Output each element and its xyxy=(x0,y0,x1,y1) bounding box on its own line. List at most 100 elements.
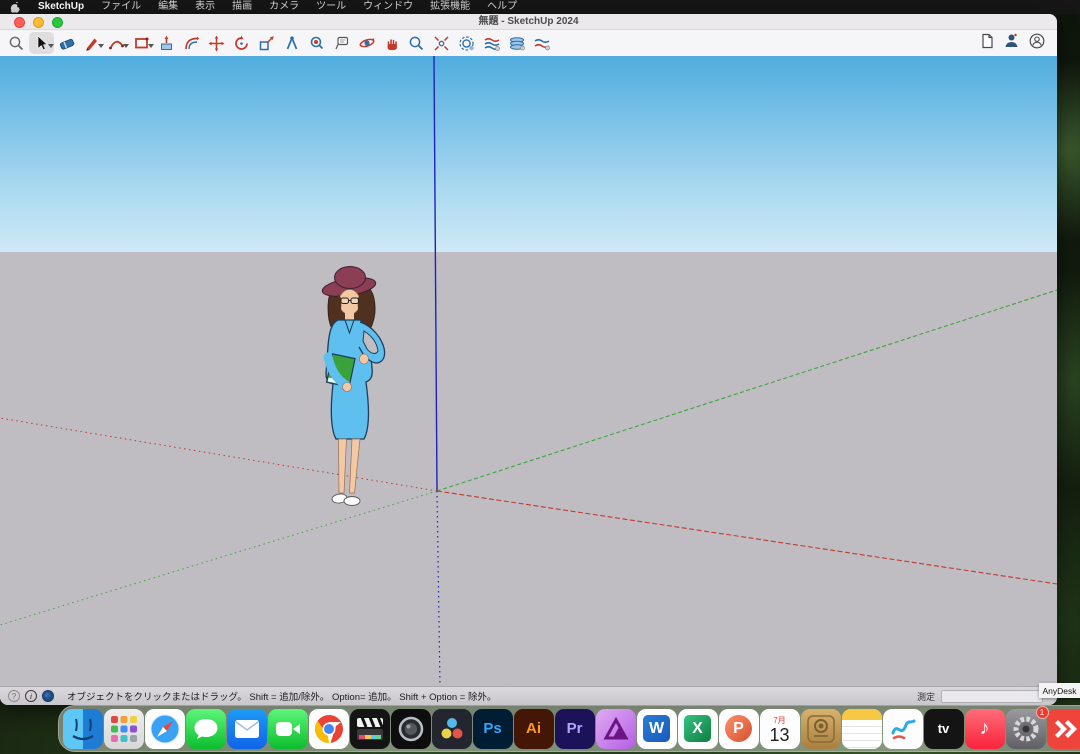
menu-app[interactable]: SketchUp xyxy=(38,0,84,14)
dock-safari[interactable] xyxy=(145,709,185,749)
snaps-tool-button[interactable] xyxy=(454,32,479,54)
person-icon[interactable] xyxy=(1004,33,1019,53)
dock-powerpoint[interactable]: P xyxy=(719,709,759,749)
menu-view[interactable]: 表示 xyxy=(195,0,215,14)
finder-face-icon xyxy=(63,709,103,749)
globe-icon[interactable] xyxy=(42,690,54,702)
notification-badge: 1 xyxy=(1036,706,1049,719)
shapes-tool-button[interactable] xyxy=(129,32,154,54)
pushpull-tool-button[interactable] xyxy=(154,32,179,54)
menu-draw[interactable]: 描画 xyxy=(232,0,252,14)
account-icon[interactable] xyxy=(1029,33,1045,54)
sketchup-window: 無題 - SketchUp 2024 xyxy=(0,14,1057,705)
video-camera-icon xyxy=(275,720,301,738)
apple-menu-icon[interactable] xyxy=(10,2,21,13)
move-tool-button[interactable] xyxy=(204,32,229,54)
dock-word[interactable]: W xyxy=(637,709,677,749)
arc-tool-button[interactable] xyxy=(104,32,129,54)
dock-finalcut[interactable] xyxy=(350,709,390,749)
clapperboard-icon xyxy=(355,714,385,744)
scale-icon xyxy=(258,35,275,52)
offset-tool-button[interactable] xyxy=(179,32,204,54)
paint-bucket-icon xyxy=(308,35,325,51)
tape-measure-tool-button[interactable] xyxy=(279,32,304,54)
dock-mail[interactable] xyxy=(227,709,267,749)
figure-left-leg xyxy=(339,439,347,493)
dock-notes[interactable] xyxy=(842,709,882,749)
text-tool-button[interactable] xyxy=(329,32,354,54)
menu-file[interactable]: ファイル xyxy=(101,0,141,14)
dock-calendar[interactable]: 7月 13 xyxy=(760,709,800,749)
dock-camera-lens-app[interactable] xyxy=(391,709,431,749)
green-axis-solid xyxy=(437,290,1057,491)
scale-figure[interactable] xyxy=(301,262,397,508)
photoshop-label: Ps xyxy=(483,720,501,737)
speech-bubble-icon xyxy=(193,717,219,741)
dock-messages[interactable] xyxy=(186,709,226,749)
close-button[interactable] xyxy=(14,17,25,28)
dock-premiere[interactable]: Pr xyxy=(555,709,595,749)
terrain-tool-c-button[interactable] xyxy=(529,32,554,54)
dock-photoshop[interactable]: Ps xyxy=(473,709,513,749)
dock-settings[interactable]: 1 xyxy=(1006,709,1046,749)
measurements-input[interactable] xyxy=(941,690,1043,703)
dock-appletv[interactable]: tv xyxy=(924,709,964,749)
menu-help[interactable]: ヘルプ xyxy=(487,0,517,14)
terrain-tool-b-button[interactable] xyxy=(504,32,529,54)
dock-chrome[interactable] xyxy=(309,709,349,749)
model-viewport[interactable] xyxy=(0,56,1057,686)
menu-window[interactable]: ウィンドウ xyxy=(363,0,413,14)
minimize-button[interactable] xyxy=(33,17,44,28)
menu-extensions[interactable]: 拡張機能 xyxy=(430,0,470,14)
dock-illustrator[interactable]: Ai xyxy=(514,709,554,749)
dock-music[interactable]: ♪ xyxy=(965,709,1005,749)
premiere-label: Pr xyxy=(567,720,583,737)
figure-right-hand xyxy=(360,354,369,364)
search-tool-button[interactable] xyxy=(4,32,29,54)
rectangle-icon xyxy=(133,35,150,51)
dock-freeform[interactable] xyxy=(883,709,923,749)
eraser-tool-button[interactable] xyxy=(54,32,79,54)
menu-tools[interactable]: ツール xyxy=(316,0,346,14)
tape-measure-icon xyxy=(284,35,300,51)
appletv-label: tv xyxy=(938,721,950,736)
dock-launchpad[interactable] xyxy=(104,709,144,749)
pan-hand-icon xyxy=(384,35,400,51)
gear-icon xyxy=(1011,714,1041,744)
orbit-tool-button[interactable] xyxy=(354,32,379,54)
menu-camera[interactable]: カメラ xyxy=(269,0,299,14)
paint-bucket-tool-button[interactable] xyxy=(304,32,329,54)
dock-excel[interactable]: X xyxy=(678,709,718,749)
orbit-icon xyxy=(358,35,376,51)
dock-facetime[interactable] xyxy=(268,709,308,749)
zoom-extents-tool-button[interactable] xyxy=(429,32,454,54)
rotate-icon xyxy=(233,35,250,52)
line-tool-button[interactable] xyxy=(79,32,104,54)
terrain-tool-a-button[interactable] xyxy=(479,32,504,54)
select-tool-button[interactable] xyxy=(29,32,54,54)
dock: Ps Ai Pr W X P 7月 13 tv ♪ xyxy=(58,705,1080,752)
rotate-tool-button[interactable] xyxy=(229,32,254,54)
fullscreen-button[interactable] xyxy=(52,17,63,28)
scale-tool-button[interactable] xyxy=(254,32,279,54)
green-axis-dotted xyxy=(0,491,437,625)
move-icon xyxy=(208,35,225,52)
menu-edit[interactable]: 編集 xyxy=(158,0,178,14)
pushpull-icon xyxy=(158,35,175,52)
search-icon xyxy=(8,35,25,52)
dock-anydesk[interactable] xyxy=(1047,709,1080,749)
dock-davinci-resolve[interactable] xyxy=(432,709,472,749)
snaps-gear-icon xyxy=(458,35,476,52)
dock-leather-book-app[interactable] xyxy=(801,709,841,749)
dock-affinity[interactable] xyxy=(596,709,636,749)
blue-axis-solid xyxy=(434,56,437,491)
dock-finder[interactable] xyxy=(63,709,103,749)
pan-tool-button[interactable] xyxy=(379,32,404,54)
title-bar[interactable]: 無題 - SketchUp 2024 xyxy=(0,14,1057,30)
drawing-axes xyxy=(0,56,1057,686)
help-icon[interactable]: ? xyxy=(8,690,20,702)
info-icon[interactable]: i xyxy=(25,690,37,702)
document-icon[interactable] xyxy=(980,33,994,54)
zoom-tool-button[interactable] xyxy=(404,32,429,54)
notes-header xyxy=(842,709,882,720)
